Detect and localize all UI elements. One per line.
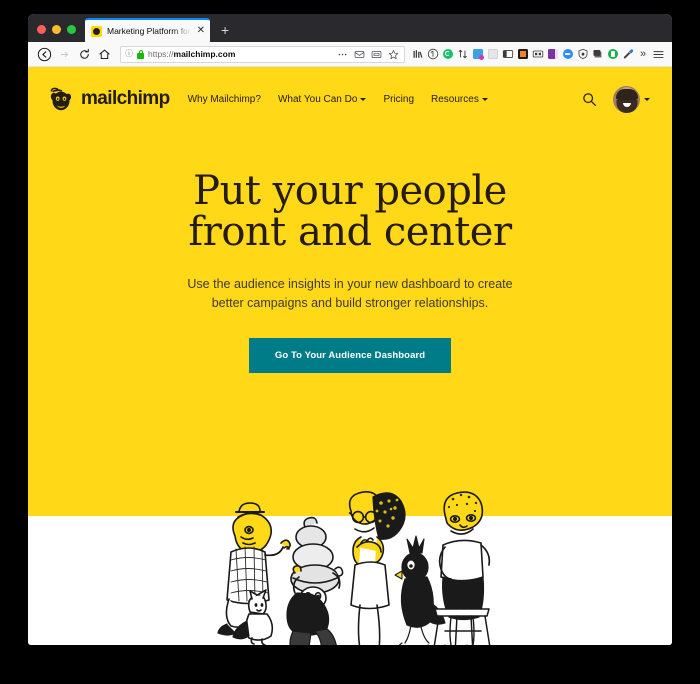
eyedropper-icon[interactable] — [621, 47, 635, 61]
zoom-icon[interactable] — [561, 47, 575, 61]
site-navigation: Why Mailchimp? What You Can Do Pricing R… — [188, 94, 488, 105]
extension-toolbar: » — [411, 47, 650, 61]
browser-tab-bar: Marketing Platform for Small B… ✕ + — [28, 14, 672, 42]
site-info-icon[interactable]: ⓘ — [125, 50, 133, 58]
nav-item-pricing[interactable]: Pricing — [383, 94, 414, 105]
lock-icon — [137, 49, 144, 59]
notes-icon[interactable] — [486, 47, 500, 61]
site-header: mailchimp Why Mailchimp? What You Can Do… — [28, 67, 672, 131]
screenshot-icon[interactable] — [370, 49, 383, 60]
nav-item-label: Pricing — [383, 93, 415, 105]
headline-line-2: front and center — [188, 208, 512, 255]
reload-button[interactable] — [74, 44, 94, 64]
mailchimp-logo[interactable]: mailchimp — [46, 84, 170, 114]
browser-window: Marketing Platform for Small B… ✕ + — [28, 14, 672, 645]
header-right-controls — [582, 85, 650, 113]
account-menu[interactable] — [613, 85, 650, 113]
chevron-down-icon — [360, 97, 367, 101]
browser-tab[interactable]: Marketing Platform for Small B… ✕ — [85, 18, 210, 42]
overflow-chevron-icon[interactable]: » — [636, 47, 650, 61]
privacy-badger-icon[interactable] — [576, 47, 590, 61]
pocket-icon[interactable] — [426, 47, 440, 61]
browser-toolbar: ⓘ https://mailchimp.com » — [28, 42, 672, 67]
window-close-button[interactable] — [37, 25, 46, 34]
chevron-down-icon — [644, 97, 650, 101]
page-viewport: mailchimp Why Mailchimp? What You Can Do… — [28, 67, 672, 645]
nav-item-label: What You Can Do — [277, 93, 358, 105]
page-title: Put your people front and center — [28, 171, 672, 253]
freddie-monkey-icon — [46, 84, 76, 114]
url-scheme: https:// — [148, 49, 174, 59]
nav-item-resources[interactable]: Resources — [431, 94, 488, 105]
sidebar-icon[interactable] — [501, 47, 515, 61]
chevron-down-icon — [481, 97, 488, 101]
headline-line-1: Put your people — [193, 168, 507, 214]
container-icon[interactable] — [516, 47, 530, 61]
nav-item-what-you-can-do[interactable]: What You Can Do — [278, 94, 367, 105]
evernote-icon[interactable] — [606, 47, 620, 61]
nav-item-why-mailchimp[interactable]: Why Mailchimp? — [188, 94, 261, 105]
window-traffic-lights — [28, 25, 85, 42]
onenote-icon[interactable] — [546, 47, 560, 61]
window-minimize-button[interactable] — [52, 25, 61, 34]
screenshot-tool-icon[interactable] — [531, 47, 545, 61]
library-icon[interactable] — [411, 47, 425, 61]
tab-title: Marketing Platform for Small B… — [107, 26, 191, 36]
sync-icon[interactable] — [456, 47, 470, 61]
nav-item-label: Resources — [431, 93, 479, 105]
hero-section: Put your people front and center Use the… — [28, 131, 672, 374]
url-host: mailchimp.com — [173, 49, 236, 59]
url-bar[interactable]: ⓘ https://mailchimp.com — [120, 45, 405, 63]
reader-view-icon[interactable] — [353, 49, 366, 60]
forward-button — [54, 44, 74, 64]
close-icon[interactable]: ✕ — [196, 26, 205, 36]
home-button[interactable] — [94, 44, 114, 64]
window-maximize-button[interactable] — [67, 25, 76, 34]
url-text: https://mailchimp.com — [148, 49, 332, 59]
lastpass-icon[interactable] — [471, 47, 485, 61]
back-button[interactable] — [34, 44, 54, 64]
grammarly-icon[interactable] — [441, 47, 455, 61]
hero-subheading: Use the audience insights in your new da… — [187, 276, 513, 310]
search-icon[interactable] — [582, 92, 597, 107]
archive-icon[interactable] — [591, 47, 605, 61]
browser-menu-button[interactable] — [650, 48, 666, 61]
nav-item-label: Why Mailchimp? — [187, 93, 261, 105]
page-actions-icon[interactable] — [336, 49, 349, 60]
avatar — [613, 85, 640, 113]
bookmark-star-icon[interactable] — [387, 49, 400, 60]
mailchimp-favicon-icon — [91, 25, 102, 37]
new-tab-button[interactable]: + — [210, 23, 229, 42]
go-to-audience-dashboard-button[interactable]: Go To Your Audience Dashboard — [248, 338, 452, 374]
mailchimp-wordmark: mailchimp — [81, 88, 170, 109]
